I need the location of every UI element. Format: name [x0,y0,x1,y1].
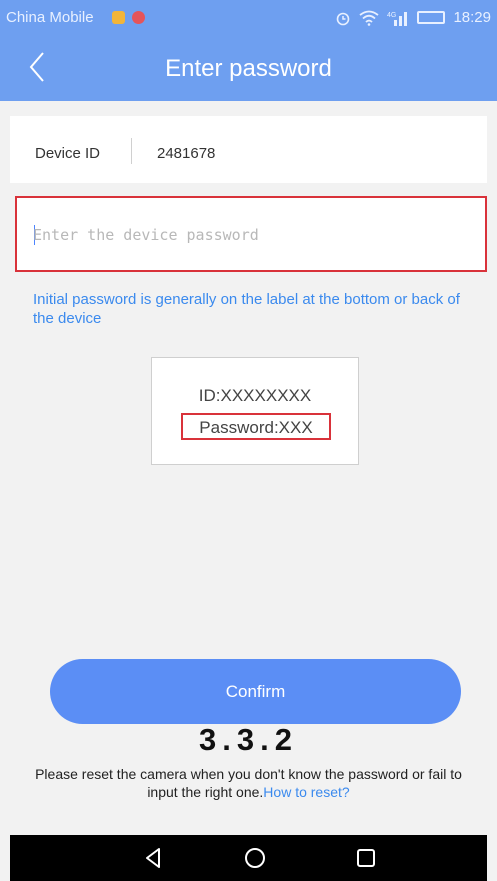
label-password-line: Password:XXX [199,418,313,437]
square-recents-icon [357,849,375,867]
battery-icon [417,11,446,24]
confirm-button[interactable]: Confirm [50,659,461,724]
notification-app-icon [112,11,125,24]
svg-text:4G: 4G [387,12,396,19]
top-bar: China Mobile 4G 18:29 Enter password [0,0,497,101]
device-id-value: 2481678 [157,145,216,162]
status-bar: China Mobile 4G 18:29 [0,0,497,38]
carrier-name: China Mobile [6,9,94,26]
device-label-example: ID:XXXXXXXX Password:XXX [151,357,359,465]
system-recents-button[interactable] [336,835,396,881]
system-home-button[interactable] [225,835,285,881]
password-field-container [15,196,487,272]
nav-bar: Enter password [0,38,497,101]
page-title: Enter password [165,55,332,82]
triangle-back-icon [146,848,160,868]
notification-alert-icon [132,11,145,24]
device-id-row: Device ID 2481678 [10,116,487,183]
password-input[interactable] [33,220,463,250]
signal-icon: 4G [387,11,408,26]
alarm-icon [337,12,350,25]
status-time: 18:29 [453,9,491,26]
divider [131,138,132,164]
how-to-reset-link[interactable]: How to reset? [263,784,349,800]
circle-home-icon [245,848,265,868]
wifi-icon [359,10,380,26]
system-nav-bar [10,835,487,881]
system-back-button[interactable] [123,835,183,881]
version-number: 3.3.2 [199,722,298,757]
label-id-line: ID:XXXXXXXX [198,386,312,405]
password-hint: Initial password is generally on the lab… [33,291,460,327]
status-icons: 4G 18:29 [335,9,491,26]
device-id-label: Device ID [35,145,101,162]
label-password-highlight: Password:XXX [181,413,331,440]
reset-note-text: Please reset the camera when you don't k… [35,766,462,800]
reset-note: Please reset the camera when you don't k… [20,765,477,801]
